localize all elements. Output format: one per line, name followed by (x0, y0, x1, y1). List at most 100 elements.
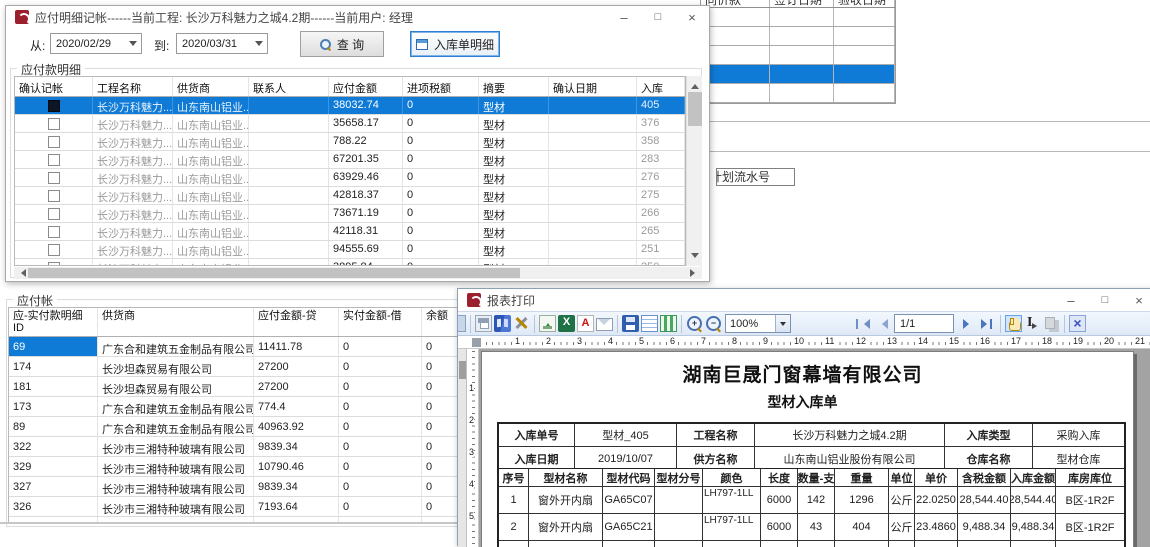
confirm-checkbox[interactable] (48, 226, 60, 238)
table-row[interactable]: 89广东合和建筑五金制品有限公司40963.9200 (9, 417, 507, 437)
cell[interactable] (249, 223, 329, 240)
column-header[interactable]: 供货商 (173, 77, 249, 96)
table-row[interactable]: 329长沙市三湘特种玻璃有限公司10790.4600 (9, 457, 507, 477)
cell[interactable]: 250 (637, 259, 685, 266)
close-button[interactable]: × (1122, 293, 1150, 308)
cell[interactable]: 376 (637, 115, 685, 132)
cell[interactable] (249, 187, 329, 204)
table-row[interactable] (701, 27, 895, 46)
cell[interactable]: 9839.34 (254, 477, 339, 496)
cell[interactable] (15, 115, 93, 132)
column-header[interactable]: 确认日期 (549, 77, 637, 96)
cell[interactable] (834, 65, 895, 83)
table-row[interactable]: 长沙万科魅力...山东南山铝业...67201.350型材283 (15, 151, 685, 169)
cell[interactable] (15, 205, 93, 222)
cell[interactable]: 0 (339, 417, 422, 436)
column-header[interactable]: 联系人 (249, 77, 329, 96)
cell[interactable] (770, 46, 834, 64)
cell[interactable]: 67201.35 (329, 151, 403, 168)
zoom-in-icon[interactable] (686, 315, 703, 332)
cell[interactable] (549, 205, 637, 222)
cell[interactable] (15, 133, 93, 150)
cell[interactable]: 405 (637, 97, 685, 114)
scroll-down-icon[interactable] (691, 253, 699, 262)
confirm-checkbox[interactable] (48, 118, 60, 130)
scrollbar-thumb[interactable] (28, 268, 520, 278)
cell[interactable]: 长沙万科魅力... (93, 97, 173, 114)
cell[interactable]: 型材 (479, 259, 549, 266)
cell[interactable] (249, 169, 329, 186)
column-header[interactable]: 同价款 (701, 0, 770, 7)
prev-page-icon[interactable] (873, 316, 889, 332)
cell[interactable]: 0 (403, 205, 479, 222)
cell[interactable]: 型材 (479, 187, 549, 204)
export-image-icon[interactable] (539, 315, 556, 332)
cell[interactable] (249, 151, 329, 168)
cell[interactable]: 长沙万科魅力... (93, 115, 173, 132)
column-header[interactable]: 应付金额 (329, 77, 403, 96)
cell[interactable] (701, 27, 770, 45)
to-date-combo[interactable]: 2020/03/31 (176, 33, 268, 54)
cell[interactable]: 266 (637, 205, 685, 222)
chevron-down-icon[interactable] (251, 34, 267, 53)
cell[interactable]: 0 (339, 497, 422, 516)
cell[interactable]: 长沙万科魅力... (93, 223, 173, 240)
cell[interactable] (834, 8, 895, 26)
cell[interactable]: 42818.37 (329, 187, 403, 204)
titlebar[interactable]: 报表打印 – □ × (458, 289, 1150, 311)
last-page-icon[interactable] (979, 316, 995, 332)
table-row[interactable]: 长沙万科魅力...山东南山铝业...42118.310型材265 (15, 223, 685, 241)
column-header[interactable]: 入库 (637, 77, 685, 96)
inbound-detail-button[interactable]: 入库单明细 (410, 31, 500, 57)
pdf-icon[interactable] (577, 315, 594, 332)
cell[interactable] (834, 27, 895, 45)
minimize-button[interactable]: – (1054, 293, 1088, 308)
column-header[interactable]: 确认记帐 (15, 77, 93, 96)
cell[interactable]: 山东南山铝业... (173, 169, 249, 186)
cell[interactable]: 长沙坦森贸易有限公司 (98, 357, 254, 376)
cell[interactable]: 327 (9, 477, 98, 496)
cell[interactable]: 山东南山铝业... (173, 259, 249, 266)
print-preview-area[interactable]: 12345 湖南巨晟门窗幕墙有限公司 型材入库单 入库单号型材_405工程名称长… (458, 349, 1150, 547)
minimize-button[interactable]: – (607, 10, 641, 25)
cell[interactable]: 型材 (479, 97, 549, 114)
hand-icon[interactable] (1005, 315, 1022, 332)
cell[interactable]: 788.22 (329, 133, 403, 150)
cell[interactable]: 0 (339, 437, 422, 456)
cell[interactable]: 3895.84 (329, 259, 403, 266)
cell[interactable] (15, 97, 93, 114)
cell[interactable]: 73671.19 (329, 205, 403, 222)
report-doc-icon[interactable] (641, 315, 658, 332)
cell[interactable] (249, 97, 329, 114)
table-row[interactable]: 173广东合和建筑五金制品有限公司774.400 (9, 397, 507, 417)
cell[interactable] (834, 84, 895, 102)
cell[interactable] (770, 8, 834, 26)
cell[interactable]: 长沙万科魅力... (93, 241, 173, 258)
cell[interactable]: 69 (9, 337, 98, 356)
cell[interactable]: 0 (403, 187, 479, 204)
cell[interactable]: 0 (339, 357, 422, 376)
table-row[interactable]: 长沙万科魅力...山东南山铝业...38032.740型材405 (15, 97, 685, 115)
cell[interactable] (15, 223, 93, 240)
cell[interactable] (770, 84, 834, 102)
confirm-checkbox[interactable] (48, 208, 60, 220)
cell[interactable] (549, 259, 637, 266)
cell[interactable] (249, 115, 329, 132)
cell[interactable]: 9839.34 (254, 437, 339, 456)
cell[interactable] (549, 223, 637, 240)
confirm-checkbox[interactable] (48, 154, 60, 166)
table-row[interactable]: 长沙万科魅力...山东南山铝业...42818.370型材275 (15, 187, 685, 205)
cell[interactable]: 广东合和建筑五金制品有限公司 (98, 397, 254, 416)
cell[interactable]: 275 (637, 187, 685, 204)
copy-icon[interactable] (1043, 315, 1060, 332)
cell[interactable]: 0 (403, 97, 479, 114)
cell[interactable] (701, 65, 770, 83)
cell[interactable]: 265 (637, 223, 685, 240)
cell[interactable]: 长沙万科魅力... (93, 151, 173, 168)
column-header[interactable]: 摘要 (479, 77, 549, 96)
confirm-checkbox[interactable] (48, 100, 60, 112)
cell[interactable]: 89 (9, 417, 98, 436)
cell[interactable] (249, 259, 329, 266)
preview-scrollbar[interactable] (458, 349, 467, 547)
table-row[interactable]: 174长沙坦森贸易有限公司2720000 (9, 357, 507, 377)
